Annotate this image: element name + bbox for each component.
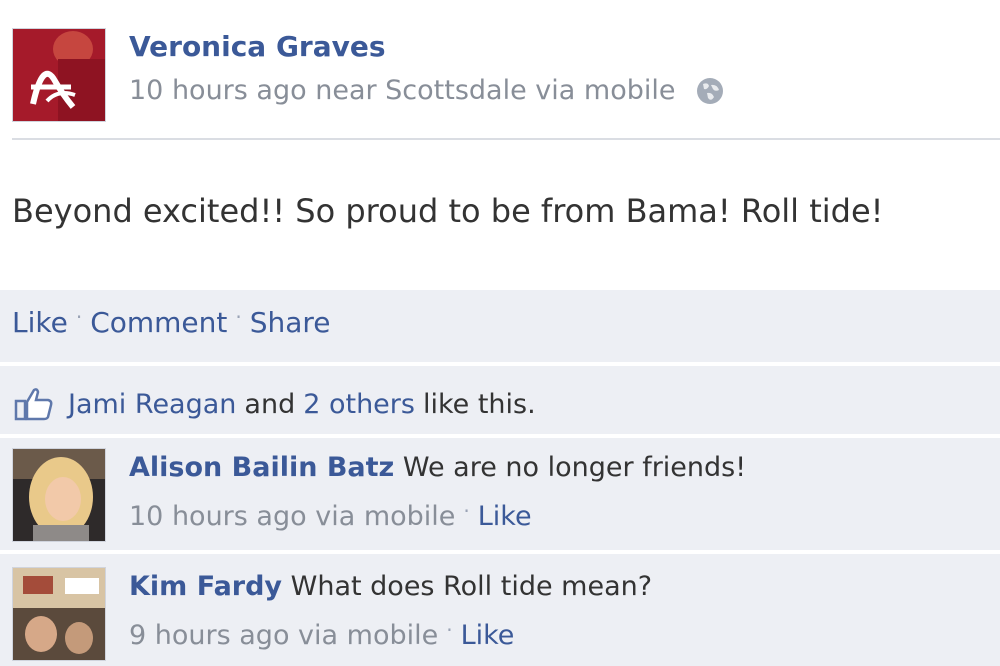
comment-link[interactable]: Comment — [90, 306, 227, 339]
header-divider — [12, 138, 1000, 140]
likes-summary: Jami Reagan and 2 others like this. — [14, 386, 536, 422]
post-author-name[interactable]: Veronica Graves — [129, 30, 386, 63]
comment-timestamp[interactable]: 10 hours ago via mobile — [129, 501, 455, 532]
alison-avatar-icon — [13, 449, 105, 541]
post-timestamp[interactable]: 10 hours ago near Scottsdale via mobile — [129, 75, 675, 106]
kim-avatar-icon — [13, 568, 105, 660]
comment-timestamp[interactable]: 9 hours ago via mobile — [129, 620, 438, 651]
comment-author[interactable]: Alison Bailin Batz — [129, 452, 394, 483]
like-link[interactable]: Like — [12, 306, 68, 339]
comment-text-line: Kim Fardy What does Roll tide mean? — [129, 571, 652, 602]
comment-text: What does Roll tide mean? — [290, 571, 653, 602]
likes-connector: and — [244, 388, 296, 420]
comment-author[interactable]: Kim Fardy — [129, 571, 282, 602]
comment-like-link[interactable]: Like — [461, 620, 515, 651]
post-body: Beyond excited!! So proud to be from Bam… — [12, 192, 884, 230]
comment-separator: · — [463, 498, 470, 523]
action-separator: · — [235, 304, 242, 329]
comment-meta: 9 hours ago via mobile · Like — [129, 617, 515, 652]
globe-icon[interactable] — [695, 76, 725, 106]
thumbs-up-icon — [14, 386, 54, 422]
post-actions: Like · Comment · Share — [12, 304, 331, 340]
commenter-avatar[interactable] — [12, 448, 106, 542]
liker-name[interactable]: Jami Reagan — [68, 389, 236, 420]
alabama-a-avatar-icon — [13, 29, 105, 121]
post-author-avatar[interactable] — [12, 28, 106, 122]
comment-text-line: Alison Bailin Batz We are no longer frie… — [129, 452, 746, 483]
share-link[interactable]: Share — [250, 306, 331, 339]
likes-suffix: like this. — [422, 388, 536, 420]
likes-others[interactable]: 2 others — [303, 389, 415, 420]
comment-meta: 10 hours ago via mobile · Like — [129, 498, 532, 533]
comment-text: We are no longer friends! — [402, 452, 747, 483]
comment-separator: · — [446, 617, 453, 642]
post-meta: 10 hours ago near Scottsdale via mobile — [129, 75, 725, 106]
commenter-avatar[interactable] — [12, 567, 106, 661]
action-separator: · — [75, 304, 83, 329]
comment-like-link[interactable]: Like — [478, 501, 532, 532]
